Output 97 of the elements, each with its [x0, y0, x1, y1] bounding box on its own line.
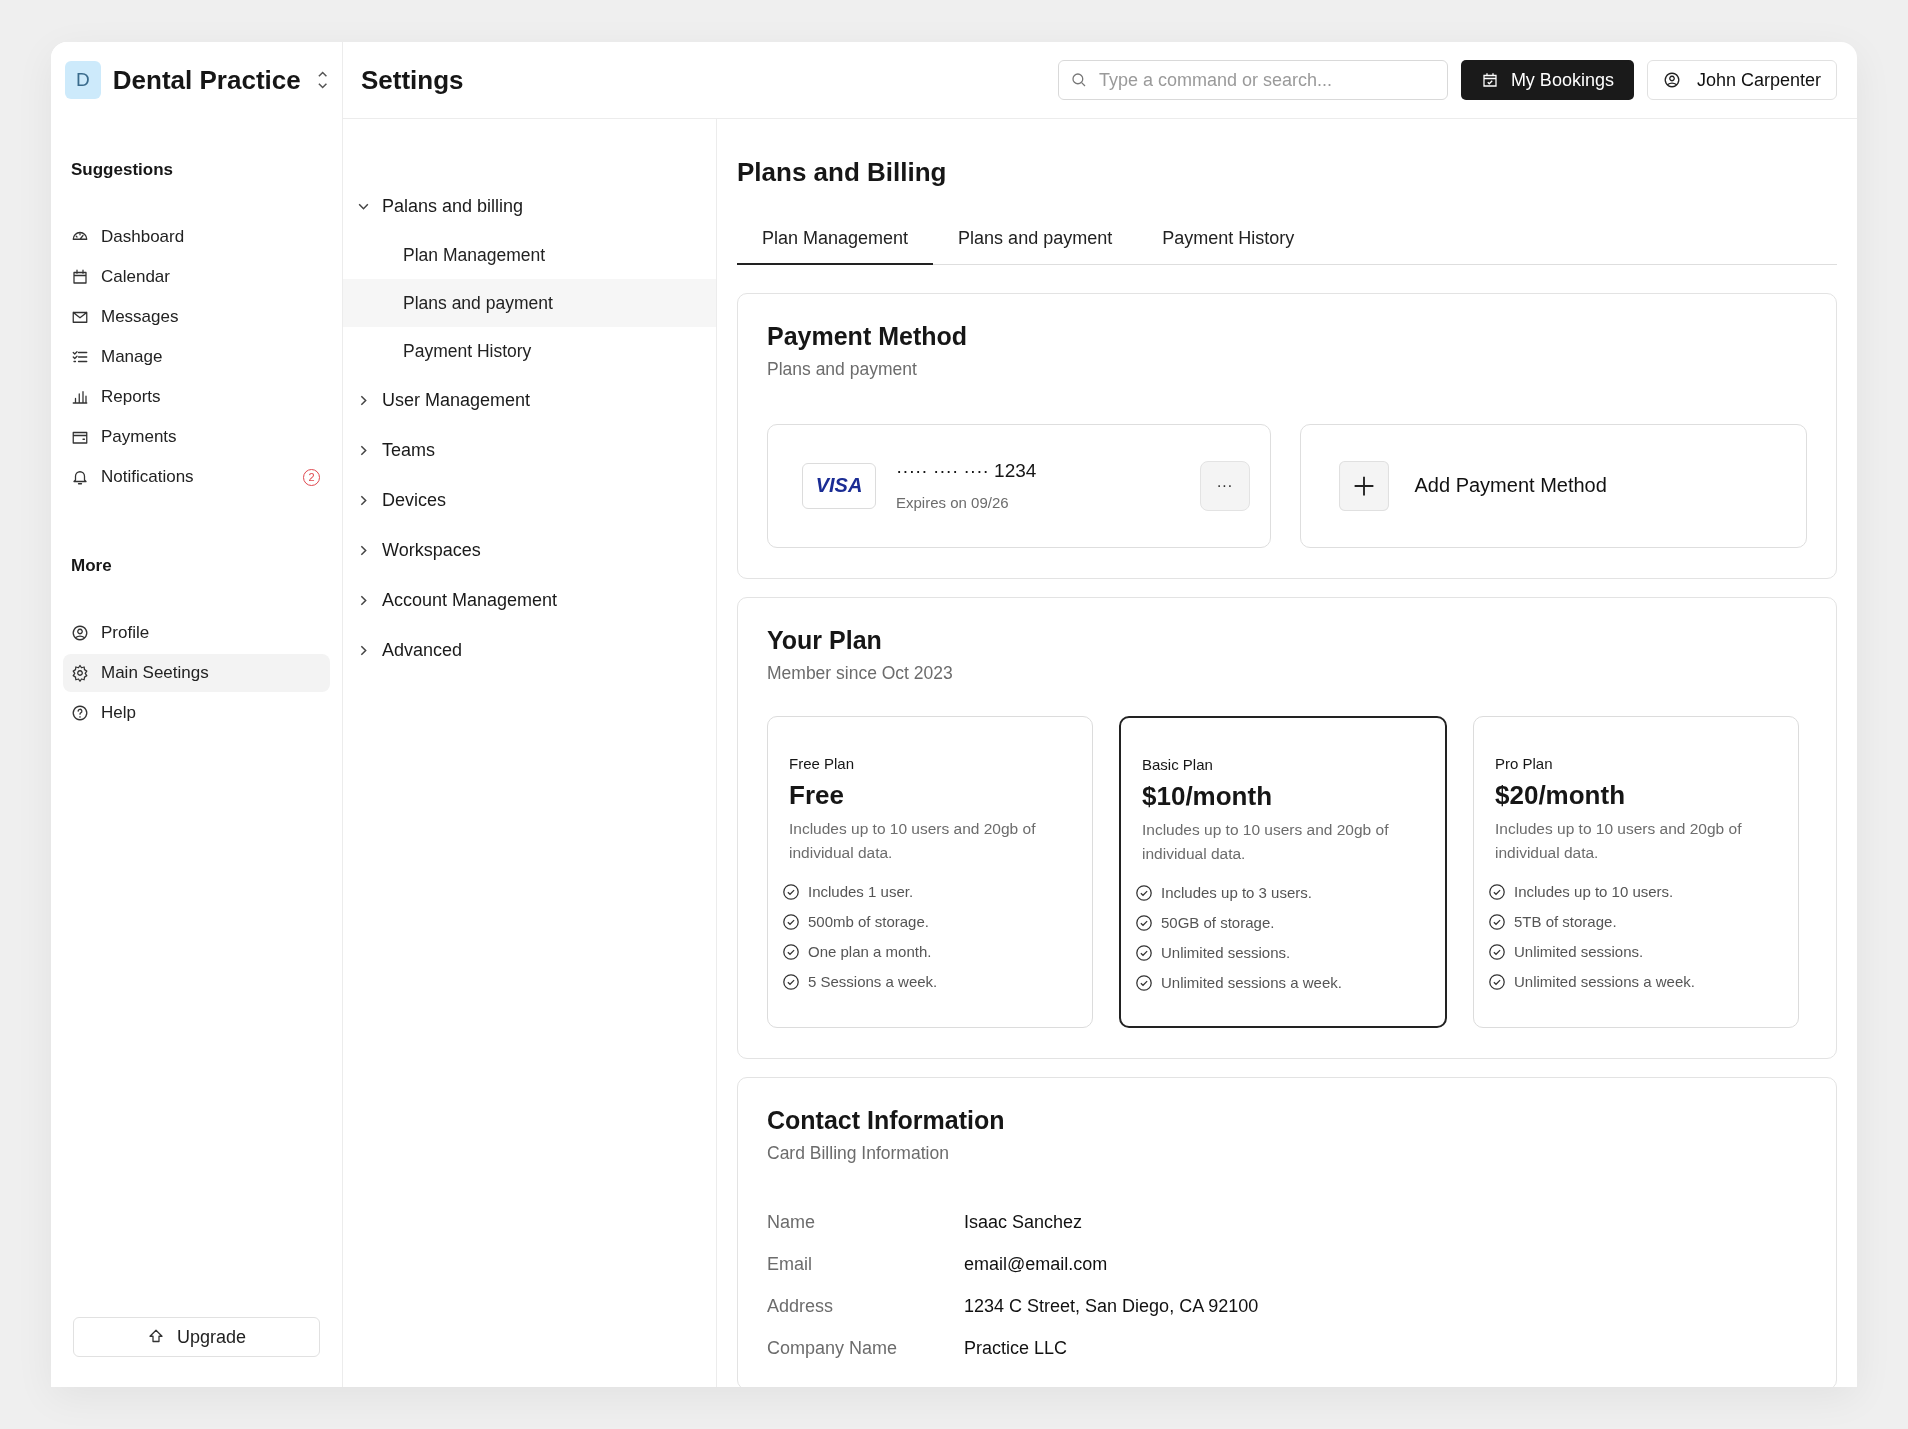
- plan-feature: Unlimited sessions a week.: [1514, 973, 1695, 990]
- tree-item[interactable]: Account Management: [343, 575, 716, 625]
- tab[interactable]: Plans and payment: [933, 210, 1138, 265]
- calendar-check-icon: [1480, 71, 1499, 89]
- section-heading: Suggestions: [71, 160, 174, 180]
- nav-item[interactable]: Dashboard: [63, 218, 330, 256]
- tree-subitem[interactable]: Plans and payment: [343, 279, 716, 327]
- field-value: Isaac Sanchez: [964, 1211, 1084, 1233]
- my-bookings-button[interactable]: My Bookings: [1460, 60, 1634, 100]
- search-icon: [1069, 71, 1088, 89]
- calendar-icon: [71, 268, 89, 286]
- plan-feature: Includes up to 3 users.: [1161, 884, 1312, 901]
- tree-item[interactable]: Devices: [343, 475, 716, 525]
- check-circle-icon: [1488, 972, 1506, 991]
- check-circle-icon: [782, 942, 800, 961]
- nav-item[interactable]: Payments: [63, 418, 330, 456]
- check-circle-icon: [1488, 912, 1506, 931]
- nav-item[interactable]: Profile: [63, 614, 330, 652]
- plan-card[interactable]: Free Plan Free Includes up to 10 users and 20gb of individual data. Includes 1 user. 500mb of storage. One plan a month. 5 Sessions a week.: [767, 715, 1093, 1028]
- check-circle-icon: [1488, 882, 1506, 901]
- card-title: Contact Information: [767, 1105, 1006, 1135]
- search-field[interactable]: Type a command or search...: [1057, 60, 1448, 100]
- bar-chart-icon: [71, 388, 89, 406]
- field-label: Name: [767, 1211, 816, 1233]
- nav-item[interactable]: Main Seetings: [63, 654, 330, 692]
- more-options-button[interactable]: ···: [1199, 460, 1250, 511]
- plan-feature: Includes 1 user.: [808, 883, 914, 900]
- nav-item[interactable]: Manage: [63, 338, 330, 376]
- upgrade-button[interactable]: Upgrade: [73, 1317, 320, 1357]
- tree-item[interactable]: Workspaces: [343, 525, 716, 575]
- check-circle-icon: [1135, 913, 1153, 932]
- nav-item[interactable]: Calendar: [63, 258, 330, 296]
- plan-description: Includes up to 10 users and 20gb of individual data.: [789, 818, 1037, 863]
- plan-feature: Includes up to 10 users.: [1514, 883, 1674, 900]
- plan-feature: 50GB of storage.: [1161, 914, 1275, 931]
- plan-name: Free Plan: [789, 754, 856, 772]
- workspace-logo: D: [65, 61, 101, 99]
- card-subtitle: Member since Oct 2023: [767, 662, 954, 684]
- field-value: Practice LLC: [964, 1337, 1069, 1359]
- plan-feature: 500mb of storage.: [808, 913, 929, 930]
- check-circle-icon: [1488, 942, 1506, 961]
- bell-icon: [71, 468, 89, 486]
- help-icon: [71, 704, 89, 722]
- check-circle-icon: [782, 882, 800, 901]
- tree-item[interactable]: Advanced: [343, 625, 716, 675]
- plan-feature: Unlimited sessions.: [1514, 943, 1644, 960]
- gear-icon: [71, 664, 89, 682]
- plan-feature: 5 Sessions a week.: [808, 973, 938, 990]
- chevron-up-down-icon[interactable]: [316, 69, 328, 91]
- plan-price: $20/month: [1495, 779, 1627, 811]
- check-circle-icon: [782, 972, 800, 991]
- workspace-name[interactable]: Dental Practice: [112, 64, 301, 96]
- plan-feature: Unlimited sessions a week.: [1161, 974, 1342, 991]
- check-circle-icon: [782, 912, 800, 931]
- field-label: Address: [767, 1295, 835, 1317]
- tree-subitem[interactable]: Payment History: [343, 327, 716, 375]
- page-title: Settings: [361, 64, 465, 96]
- nav-item[interactable]: Notifications 2: [63, 458, 330, 496]
- tree-item[interactable]: Teams: [343, 425, 716, 475]
- section-heading: More: [71, 556, 113, 576]
- user-button[interactable]: John Carpenter: [1646, 60, 1837, 100]
- card-subtitle: Card Billing Information: [767, 1142, 950, 1164]
- plan-card[interactable]: Pro Plan $20/month Includes up to 10 users and 20gb of individual data. Includes up to 10 users. 5TB of storage. Unlimited sessions. Unlimited sessions a week.: [1473, 715, 1799, 1028]
- plan-price: Free: [789, 779, 845, 811]
- plan-feature: Unlimited sessions.: [1161, 944, 1291, 961]
- check-circle-icon: [1135, 973, 1153, 992]
- plan-description: Includes up to 10 users and 20gb of individual data.: [1142, 819, 1390, 864]
- plan-price: $10/month: [1142, 780, 1274, 812]
- tab[interactable]: Plan Management: [737, 210, 934, 265]
- field-label: Email: [767, 1253, 813, 1275]
- card-subtitle: Plans and payment: [767, 358, 918, 380]
- tree-item[interactable]: User Management: [343, 375, 716, 425]
- plan-feature: One plan a month.: [808, 943, 932, 960]
- card-title: Your Plan: [767, 625, 883, 655]
- card-expiry: Expires on 09/26: [896, 494, 1010, 511]
- nav-item[interactable]: Help: [63, 694, 330, 732]
- tree-subitem[interactable]: Plan Management: [343, 231, 716, 279]
- field-value: 1234 C Street, San Diego, CA 92100: [964, 1295, 1260, 1317]
- check-circle-icon: [1135, 943, 1153, 962]
- card-number: ····· ···· ···· 1234: [896, 460, 1038, 482]
- plan-card[interactable]: Basic Plan $10/month Includes up to 10 users and 20gb of individual data. Includes up to 3 users. 50GB of storage. Unlimited sessions. Unlimited sessions a week.: [1119, 715, 1447, 1028]
- field-value: email@email.com: [964, 1253, 1109, 1275]
- plan-name: Basic Plan: [1142, 755, 1214, 773]
- check-circle-icon: [1135, 883, 1153, 902]
- plan-feature: 5TB of storage.: [1514, 913, 1617, 930]
- section-title: Plans and Billing: [737, 157, 948, 188]
- add-payment-method-button[interactable]: Add Payment Method: [1299, 423, 1807, 548]
- field-label: Company Name: [767, 1337, 899, 1359]
- tab[interactable]: Payment History: [1137, 210, 1320, 265]
- tree-item[interactable]: Palans and billing: [343, 181, 716, 231]
- card-brand-logo: VISA: [802, 462, 876, 509]
- plus-icon: [1338, 460, 1389, 511]
- plan-description: Includes up to 10 users and 20gb of individual data.: [1495, 818, 1743, 863]
- card-title: Payment Method: [767, 321, 969, 351]
- nav-item[interactable]: Reports: [63, 378, 330, 416]
- plan-name: Pro Plan: [1495, 754, 1554, 772]
- nav-item[interactable]: Messages: [63, 298, 330, 336]
